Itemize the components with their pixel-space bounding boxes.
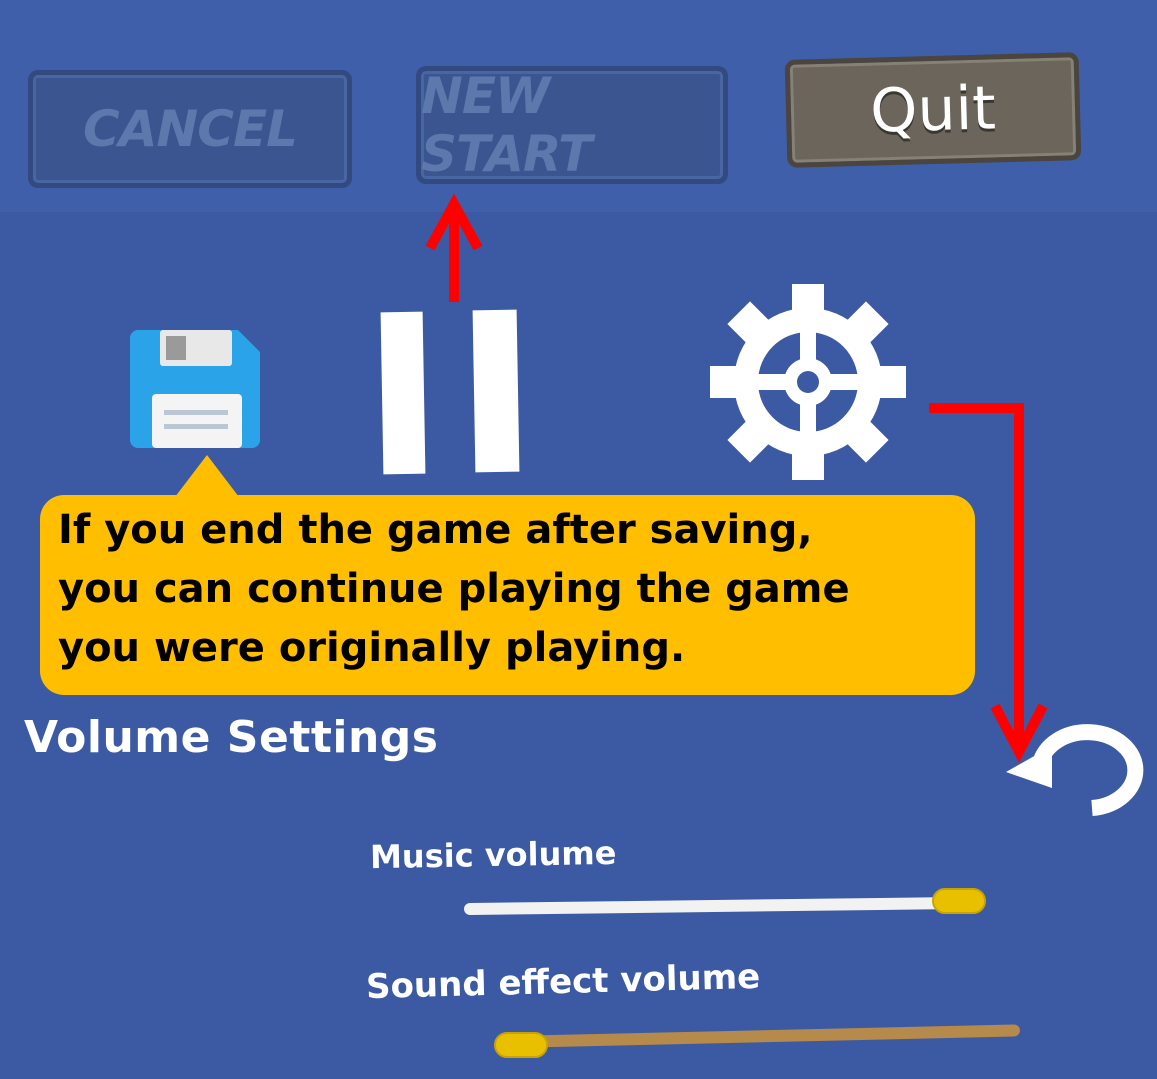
pause-icon[interactable] [378,308,523,476]
music-volume-label: Music volume [369,833,617,877]
gear-icon[interactable] [698,282,918,482]
volume-settings-title: Volume Settings [24,712,439,763]
music-volume-slider[interactable] [462,886,992,920]
pointer-arrow-up [425,193,483,302]
sound-effect-volume-knob[interactable] [494,1032,548,1058]
cancel-button[interactable]: CANCEL [28,70,352,188]
new-start-button[interactable]: NEW START [416,66,728,184]
callout-line-1: If you end the game after saving, [58,507,813,553]
floppy-disk-icon[interactable] [130,326,264,450]
sound-effect-volume-label: Sound effect volume [365,956,761,1008]
sound-effect-volume-slider[interactable] [494,1018,1024,1058]
sound-effect-volume-track [523,1024,1021,1048]
music-volume-track [463,896,965,916]
undo-arrow-icon[interactable] [1000,722,1150,822]
save-tip-callout: If you end the game after saving, you ca… [40,495,975,695]
callout-tail [175,455,239,497]
quit-button[interactable]: Quit [784,52,1082,168]
callout-line-2: you can continue playing the game [58,566,850,612]
callout-line-3: you were originally playing. [58,625,686,671]
pause-bar-left [380,311,426,475]
pause-bar-right [472,309,520,473]
music-volume-knob[interactable] [932,888,986,914]
